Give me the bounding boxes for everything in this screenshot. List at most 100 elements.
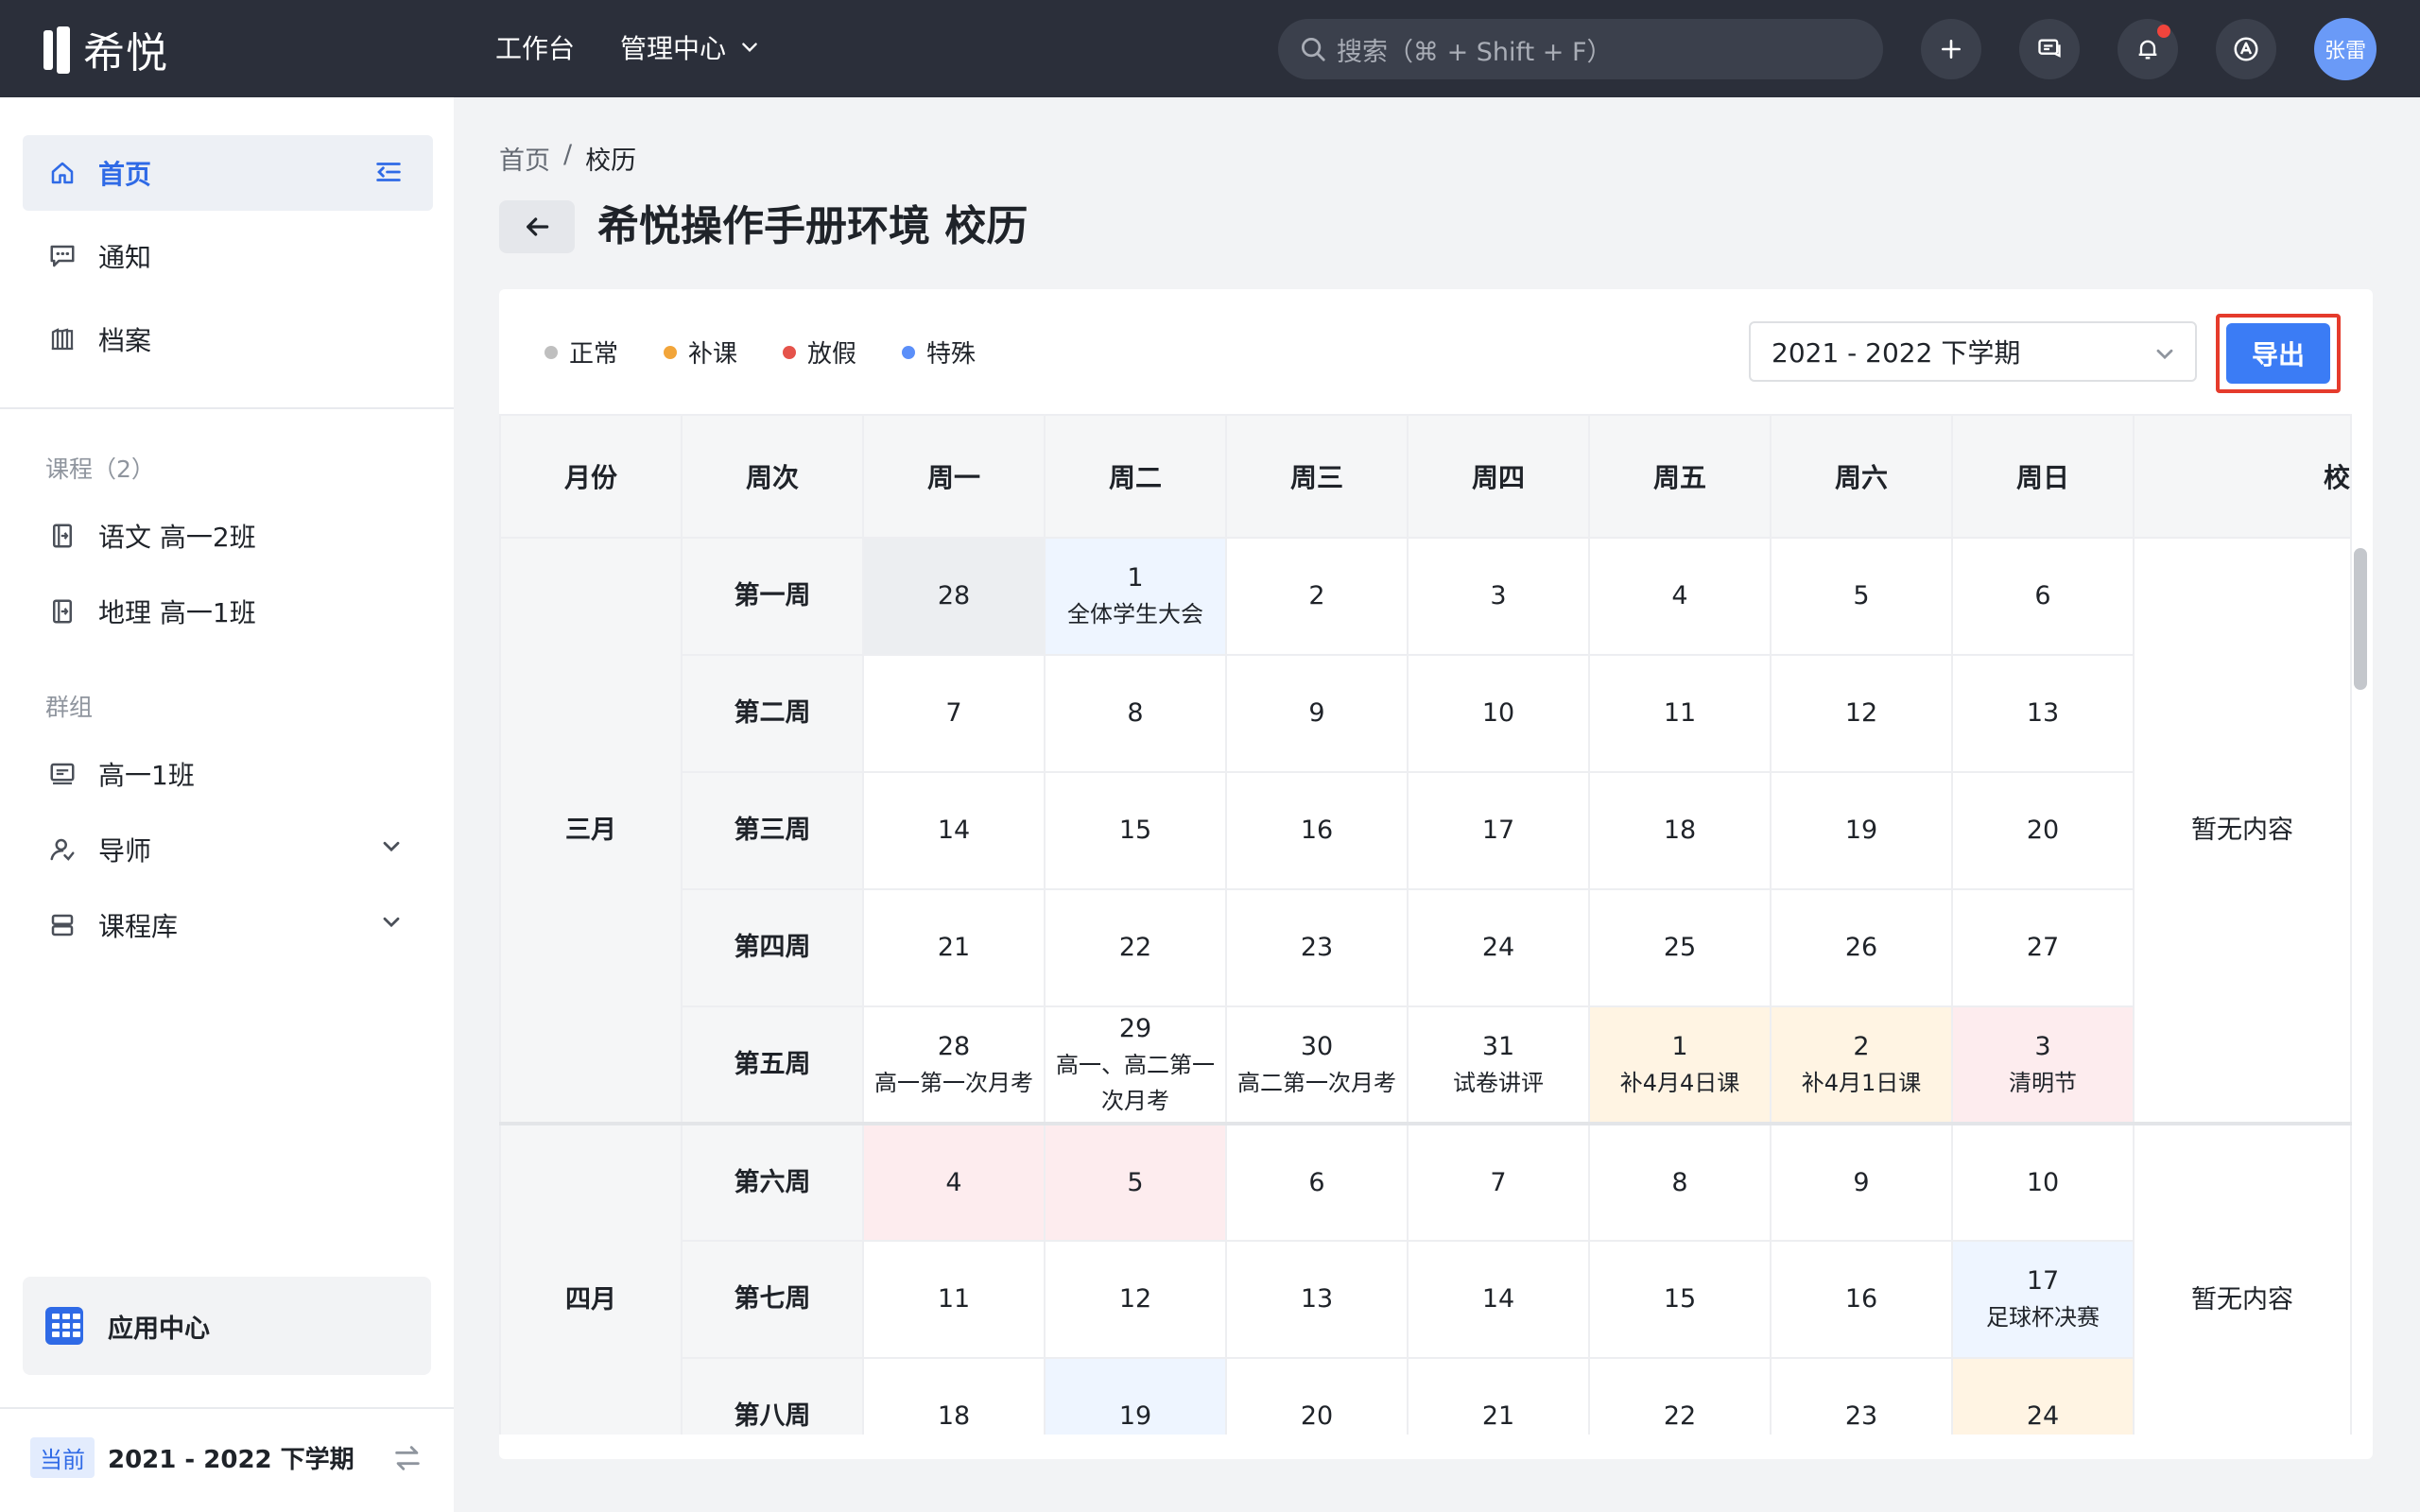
day-cell[interactable]: 20 — [1225, 1357, 1409, 1435]
day-cell[interactable]: 8 — [1588, 1122, 1772, 1242]
day-cell[interactable]: 23 — [1770, 1357, 1953, 1435]
day-cell[interactable]: 12 — [1044, 1240, 1227, 1359]
day-cell[interactable]: 16 — [1225, 771, 1409, 890]
chevron-down-icon[interactable] — [378, 908, 405, 941]
day-number: 1 — [1671, 1031, 1688, 1061]
day-cell[interactable]: 13 — [1225, 1240, 1409, 1359]
sidebar-item-course-geography[interactable]: 地理 高一1班 — [23, 574, 433, 649]
breadcrumb-home[interactable]: 首页 — [499, 140, 550, 177]
day-cell[interactable]: 15 — [1044, 771, 1227, 890]
day-cell[interactable]: 22 — [1588, 1357, 1772, 1435]
day-number: 22 — [1663, 1401, 1697, 1431]
day-cell[interactable]: 7 — [1407, 1122, 1590, 1242]
app-logo[interactable]: 希悦 — [42, 21, 168, 77]
day-cell[interactable]: 14 — [862, 771, 1046, 890]
day-cell[interactable]: 1 补4月4日课 — [1588, 1005, 1772, 1125]
search-placeholder: 搜索（⌘ + Shift + F） — [1337, 37, 1613, 67]
day-cell[interactable]: 8 — [1044, 654, 1227, 773]
day-cell[interactable]: 11 — [1588, 654, 1772, 773]
day-cell[interactable]: 10 — [1407, 654, 1590, 773]
sidebar-item-archive[interactable]: 档案 — [23, 301, 433, 377]
class-board-icon — [45, 757, 79, 791]
sidebar-item-group-class[interactable]: 高一1班 — [23, 736, 433, 812]
day-cell[interactable]: 27 — [1951, 888, 2135, 1007]
day-cell[interactable]: 18 — [862, 1357, 1046, 1435]
sidebar-item-course-library[interactable]: 课程库 — [23, 887, 433, 963]
switch-term-icon[interactable] — [391, 1442, 424, 1478]
day-cell[interactable]: 4 — [1588, 537, 1772, 656]
add-button[interactable] — [1921, 19, 1981, 79]
day-cell[interactable]: 31 试卷讲评 — [1407, 1005, 1590, 1125]
day-number: 9 — [1853, 1167, 1870, 1197]
day-number: 7 — [945, 698, 962, 728]
nav-admin-center[interactable]: 管理中心 — [620, 28, 760, 66]
chevron-down-icon[interactable] — [378, 833, 405, 866]
day-cell[interactable]: 30 高二第一次月考 — [1225, 1005, 1409, 1125]
day-cell[interactable]: 23 — [1225, 888, 1409, 1007]
day-cell[interactable]: 20 — [1951, 771, 2135, 890]
day-number: 8 — [1127, 698, 1144, 728]
day-number: 18 — [937, 1401, 971, 1431]
sidebar-item-home[interactable]: 首页 — [23, 135, 433, 211]
sidebar-item-notice[interactable]: 通知 — [23, 218, 433, 294]
day-cell[interactable]: 14 — [1407, 1240, 1590, 1359]
day-cell[interactable]: 19 — [1770, 771, 1953, 890]
day-cell[interactable]: 12 — [1770, 654, 1953, 773]
day-cell[interactable]: 21 — [1407, 1357, 1590, 1435]
day-cell[interactable]: 18 — [1588, 771, 1772, 890]
export-button[interactable]: 导出 — [2226, 323, 2330, 384]
day-cell[interactable]: 17 足球杯决赛 — [1951, 1240, 2135, 1359]
day-cell[interactable]: 22 — [1044, 888, 1227, 1007]
day-cell[interactable]: 11 — [862, 1240, 1046, 1359]
term-select[interactable]: 2021 - 2022 下学期 — [1749, 321, 2197, 382]
app-center-button[interactable]: 应用中心 — [23, 1277, 431, 1375]
day-cell[interactable]: 28 — [862, 537, 1046, 656]
back-button[interactable] — [499, 200, 575, 253]
nav-workbench[interactable]: 工作台 — [495, 28, 575, 66]
day-cell[interactable]: 10 — [1951, 1122, 2135, 1242]
day-cell[interactable]: 15 — [1588, 1240, 1772, 1359]
day-cell[interactable]: 19 — [1044, 1357, 1227, 1435]
day-cell[interactable]: 9 — [1770, 1122, 1953, 1242]
day-cell[interactable]: 2 补4月1日课 — [1770, 1005, 1953, 1125]
search-input[interactable]: 搜索（⌘ + Shift + F） — [1278, 19, 1883, 79]
day-cell[interactable]: 4 — [862, 1122, 1046, 1242]
day-cell[interactable]: 26 — [1770, 888, 1953, 1007]
calendar-header-cell: 月份 — [499, 414, 683, 539]
week-row: 第三周 14 15 16 17 18 19 20 — [500, 771, 2351, 890]
week-row: 第八周 18 19 20 21 22 23 24 — [500, 1357, 2351, 1435]
day-cell[interactable]: 6 — [1225, 1122, 1409, 1242]
day-number: 13 — [1300, 1284, 1334, 1314]
day-number: 27 — [2026, 933, 2060, 962]
day-cell[interactable]: 3 — [1407, 537, 1590, 656]
messages-button[interactable] — [2019, 19, 2080, 79]
day-cell[interactable]: 13 — [1951, 654, 2135, 773]
notifications-button[interactable] — [2118, 19, 2178, 79]
sidebar-item-course-chinese[interactable]: 语文 高一2班 — [23, 498, 433, 574]
day-number: 11 — [1663, 698, 1697, 728]
day-cell[interactable]: 24 — [1951, 1357, 2135, 1435]
day-cell[interactable]: 9 — [1225, 654, 1409, 773]
day-cell[interactable]: 1 全体学生大会 — [1044, 537, 1227, 656]
vertical-scrollbar[interactable] — [2354, 548, 2367, 690]
day-number: 4 — [1671, 581, 1688, 610]
sidebar-item-mentor[interactable]: 导师 — [23, 812, 433, 887]
collapse-sidebar-icon[interactable] — [372, 156, 405, 195]
day-cell[interactable]: 17 — [1407, 771, 1590, 890]
day-cell[interactable]: 29 高一、高二第一次月考 — [1044, 1005, 1227, 1125]
app-switch-button[interactable] — [2216, 19, 2276, 79]
day-cell[interactable]: 2 — [1225, 537, 1409, 656]
day-cell[interactable]: 6 — [1951, 537, 2135, 656]
day-cell[interactable]: 7 — [862, 654, 1046, 773]
day-cell[interactable]: 5 — [1770, 537, 1953, 656]
user-avatar[interactable]: 张雷 — [2314, 18, 2377, 80]
day-cell[interactable]: 16 — [1770, 1240, 1953, 1359]
day-number: 29 — [1118, 1013, 1152, 1043]
current-term-badge: 当前 — [30, 1437, 95, 1478]
day-cell[interactable]: 24 — [1407, 888, 1590, 1007]
day-cell[interactable]: 25 — [1588, 888, 1772, 1007]
day-cell[interactable]: 3 清明节 — [1951, 1005, 2135, 1125]
day-cell[interactable]: 21 — [862, 888, 1046, 1007]
day-cell[interactable]: 28 高一第一次月考 — [862, 1005, 1046, 1125]
day-cell[interactable]: 5 — [1044, 1122, 1227, 1242]
